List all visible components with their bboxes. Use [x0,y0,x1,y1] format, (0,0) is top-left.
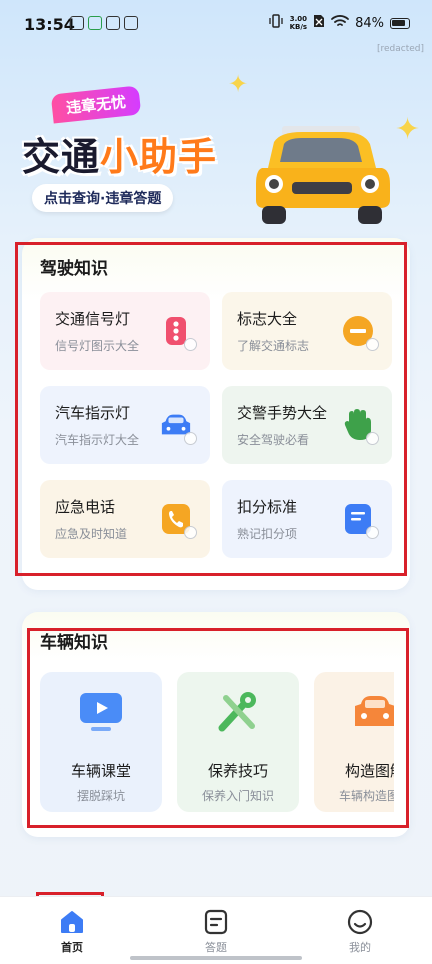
tile-title: 保养技巧 [207,762,268,780]
status-time: 13:54 [24,15,75,34]
driving-section-title: 驾驶知识 [40,259,108,279]
tile-police-gestures[interactable]: 交警手势大全 安全驾驶必看 [222,386,392,464]
car-structure-icon [351,690,394,734]
status-notification-icons [70,16,138,30]
banner[interactable]: ✦ ✦ 违章无忧 交通小助手 点击查询·违章答题 [0,60,432,240]
banner-subtitle: 点击查询·违章答题 [32,184,174,212]
vehicle-knowledge-card: 车辆知识 车辆课堂 摆脱踩坑 保养技巧 保养入门知识 构造图解 车辆构造图解 [22,612,410,837]
nav-home[interactable]: 首页 [32,897,112,964]
profile-icon [347,909,373,935]
home-indicator [130,956,302,960]
app-notification-icon [106,16,120,30]
app-notification-icon [124,16,138,30]
home-icon [59,909,85,935]
document-icon [342,502,379,539]
sparkle-icon: ✦ [395,112,421,147]
net-speed: 3.00 KB/s [289,15,308,31]
driving-knowledge-card: 驾驶知识 交通信号灯 信号灯图示大全 标志大全 了解交通标志 汽车指示灯 汽车指… [22,238,410,590]
info-badge-icon [366,432,379,445]
tile-car-indicators[interactable]: 汽车指示灯 汽车指示灯大全 [40,386,210,464]
search-badge-icon [366,526,379,539]
battery-icon [390,17,410,29]
traffic-light-icon [160,314,197,351]
app-notification-icon [88,16,102,30]
check-badge-icon [366,338,379,351]
tile-subtitle: 车辆构造图解 [338,789,394,803]
hand-gesture-icon [342,408,379,445]
video-class-icon [77,690,125,734]
nav-quiz[interactable]: 答题 [176,897,256,964]
check-badge-icon [184,432,197,445]
banner-title-accent: 小助手 [100,135,218,179]
wifi-icon [331,14,349,32]
bottom-nav: 首页 答题 我的 [0,896,432,964]
sparkle-icon: ✦ [228,70,249,98]
nav-profile[interactable]: 我的 [320,897,400,964]
no-sim-icon [313,14,325,32]
info-badge-icon [184,526,197,539]
phone-icon [160,502,197,539]
tile-car-structure[interactable]: 构造图解 车辆构造图解 [314,672,394,812]
check-badge-icon [184,338,197,351]
nav-label: 我的 [349,941,371,954]
tile-emergency-phone[interactable]: 应急电话 应急及时知道 [40,480,210,558]
vibrate-icon [268,14,284,32]
banner-tag: 违章无忧 [50,85,142,124]
tools-icon [214,690,262,734]
tile-traffic-lights[interactable]: 交通信号灯 信号灯图示大全 [40,292,210,370]
tile-title: 车辆课堂 [70,762,131,780]
tile-title: 构造图解 [344,762,394,780]
quiz-icon [203,909,229,935]
car-light-icon [160,408,197,445]
vehicle-tiles-scroller[interactable]: 车辆课堂 摆脱踩坑 保养技巧 保养入门知识 构造图解 车辆构造图解 [22,612,394,837]
tile-maintenance-tips[interactable]: 保养技巧 保养入门知识 [177,672,299,812]
tile-subtitle: 保养入门知识 [201,789,274,803]
tile-vehicle-class[interactable]: 车辆课堂 摆脱踩坑 [40,672,162,812]
nav-label: 首页 [61,941,83,954]
battery-percent: 84% [355,15,384,31]
tile-traffic-signs[interactable]: 标志大全 了解交通标志 [222,292,392,370]
banner-title: 交通小助手 [22,126,217,181]
banner-title-main: 交通 [22,135,101,179]
nav-label: 答题 [205,941,227,954]
app-notification-icon [70,16,84,30]
tile-subtitle: 摆脱踩坑 [76,789,125,803]
tile-penalty-points[interactable]: 扣分标准 熟记扣分项 [222,480,392,558]
car-illustration-icon [256,126,390,224]
sign-icon [342,314,379,351]
status-bar: 13:54 3.00 KB/s 84% [0,0,432,50]
page-label: [redacted] [376,44,424,54]
status-right: 3.00 KB/s 84% [268,14,410,32]
